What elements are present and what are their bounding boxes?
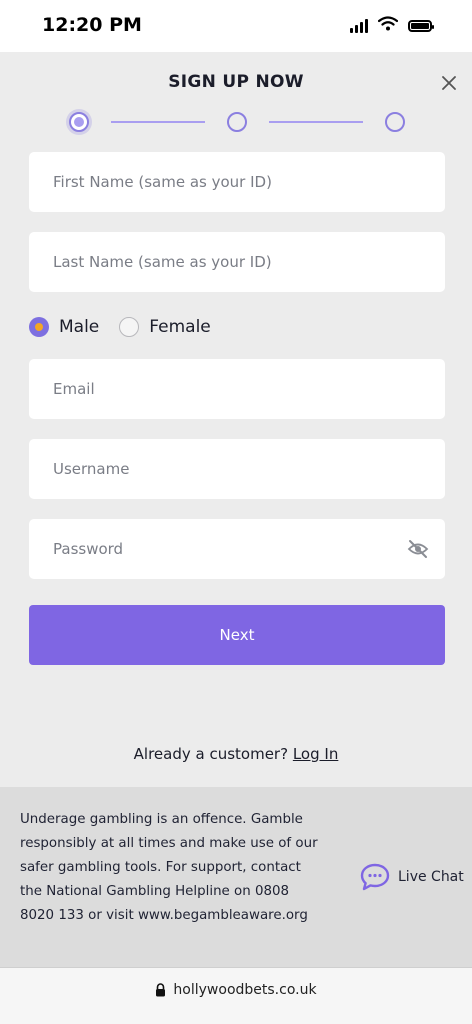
- step-connector-1: [111, 121, 205, 123]
- female-radio[interactable]: [119, 317, 140, 337]
- url-text: hollywoodbets.co.uk: [173, 982, 317, 998]
- step-2-indicator: [227, 112, 247, 132]
- password-input[interactable]: [29, 519, 445, 579]
- gender-option-female[interactable]: Female: [119, 317, 211, 337]
- last-name-field: [29, 232, 445, 292]
- email-input[interactable]: [29, 359, 445, 419]
- signal-icon: [350, 18, 368, 33]
- step-connector-2: [269, 121, 363, 123]
- eye-off-icon: [407, 540, 429, 558]
- chat-bubble-icon: [360, 863, 390, 891]
- close-icon: [442, 76, 456, 90]
- page-title: SIGN UP NOW: [168, 72, 304, 92]
- first-name-input[interactable]: [29, 152, 445, 212]
- male-label: Male: [59, 317, 100, 337]
- url-display[interactable]: hollywoodbets.co.uk: [0, 982, 472, 998]
- battery-icon: [408, 19, 434, 32]
- live-chat-button[interactable]: Live Chat: [360, 863, 464, 891]
- step-1-indicator: [69, 112, 89, 132]
- footer: Underage gambling is an offence. Gamble …: [0, 787, 472, 967]
- status-bar: 12:20 PM: [0, 0, 472, 52]
- login-link[interactable]: Log In: [293, 745, 339, 763]
- gender-radio-group: Male Female: [29, 315, 231, 339]
- username-input[interactable]: [29, 439, 445, 499]
- live-chat-label: Live Chat: [398, 869, 464, 885]
- close-button[interactable]: [436, 70, 462, 96]
- browser-url-bar[interactable]: hollywoodbets.co.uk: [0, 967, 472, 1024]
- email-field: [29, 359, 445, 419]
- password-field: [29, 519, 445, 579]
- female-label: Female: [149, 317, 211, 337]
- male-radio[interactable]: [29, 317, 49, 337]
- wifi-icon: [377, 16, 399, 35]
- step-3-indicator: [385, 112, 405, 132]
- status-icons: [350, 16, 434, 35]
- next-button[interactable]: Next: [29, 605, 445, 665]
- gender-option-male[interactable]: Male: [29, 317, 99, 337]
- lock-icon: [155, 983, 166, 997]
- login-prompt-row: Already a customer? Log In: [0, 745, 472, 763]
- login-prompt-text: Already a customer?: [133, 745, 289, 763]
- status-time: 12:20 PM: [42, 14, 142, 36]
- first-name-field: [29, 152, 445, 212]
- signup-stepper: [67, 111, 407, 135]
- toggle-password-visibility-button[interactable]: [407, 539, 429, 559]
- responsible-gambling-disclaimer: Underage gambling is an offence. Gamble …: [20, 812, 318, 923]
- last-name-input[interactable]: [29, 232, 445, 292]
- username-field: [29, 439, 445, 499]
